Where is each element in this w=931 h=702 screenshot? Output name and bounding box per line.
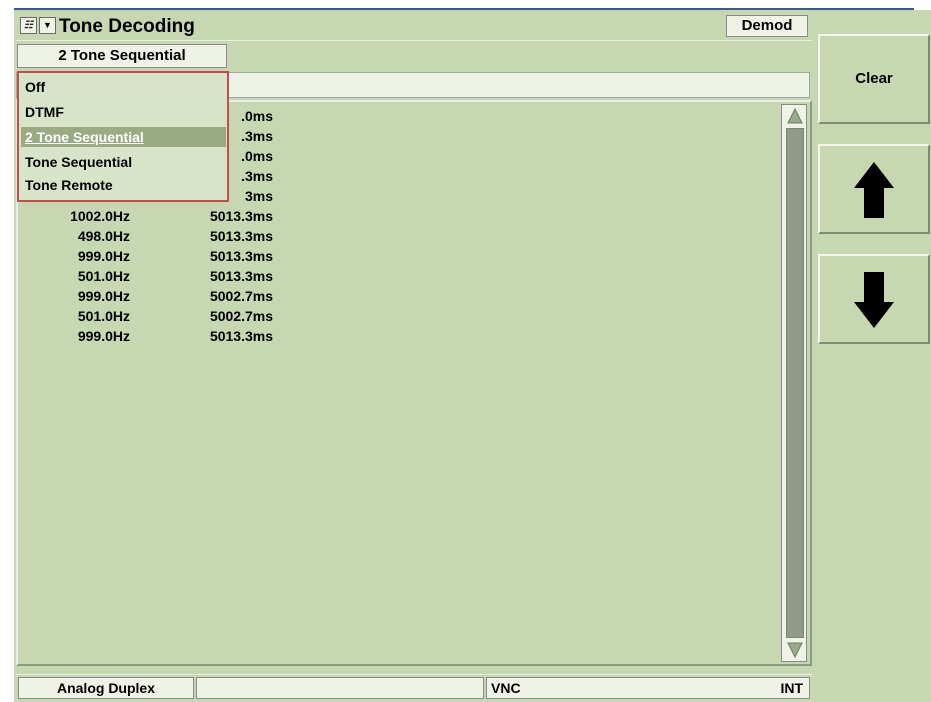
window-restore-icon[interactable]: ☷ — [20, 17, 37, 34]
dropdown-item-tone-remote[interactable]: Tone Remote — [21, 175, 226, 195]
scroll-down-button[interactable] — [818, 254, 930, 344]
duration-cell: 5013.3ms — [209, 328, 273, 344]
status-connection: VNC INT — [486, 677, 810, 699]
scroll-up-button[interactable] — [818, 144, 930, 234]
dropdown-item-tone-sequential[interactable]: Tone Sequential — [21, 152, 226, 172]
status-connection-label: VNC — [491, 680, 521, 696]
window-menu-icon[interactable]: ▼ — [39, 17, 56, 34]
status-mode: Analog Duplex — [18, 677, 194, 699]
dropdown-item-off[interactable]: Off — [21, 77, 226, 97]
decoding-mode-dropdown[interactable]: Off DTMF 2 Tone Sequential Tone Sequenti… — [17, 71, 229, 202]
scroll-up-icon[interactable] — [785, 106, 805, 126]
clear-button[interactable]: Clear — [818, 34, 930, 124]
page-title: Tone Decoding — [59, 16, 195, 37]
duration-cell: 5002.7ms — [209, 308, 273, 324]
duration-cell: 5002.7ms — [209, 288, 273, 304]
frequency-cell: 498.0Hz — [77, 228, 130, 244]
demod-button[interactable]: Demod — [726, 15, 808, 37]
frequency-cell: 1002.0Hz — [70, 208, 130, 224]
frequency-cell: 501.0Hz — [77, 268, 130, 284]
status-message — [196, 677, 484, 699]
clear-button-label: Clear — [855, 70, 893, 87]
dropdown-item-dtmf[interactable]: DTMF — [21, 102, 226, 122]
frequency-cell: 501.0Hz — [77, 308, 130, 324]
scroll-down-icon[interactable] — [785, 640, 805, 660]
dropdown-item-2-tone-sequential[interactable]: 2 Tone Sequential — [21, 127, 226, 147]
arrow-down-icon — [854, 272, 894, 328]
scrollbar-thumb[interactable] — [786, 128, 804, 638]
arrow-up-icon — [854, 162, 894, 218]
duration-cell: 5013.3ms — [209, 208, 273, 224]
duration-cell: 5013.3ms — [209, 228, 273, 244]
frequency-cell: 999.0Hz — [77, 288, 130, 304]
duration-cell: 5013.3ms — [209, 248, 273, 264]
status-ref-label: INT — [780, 680, 803, 696]
frequency-cell: 999.0Hz — [77, 248, 130, 264]
frequency-cell: 999.0Hz — [77, 328, 130, 344]
duration-cell: 5013.3ms — [209, 268, 273, 284]
decoding-mode-button[interactable]: 2 Tone Sequential — [17, 44, 227, 68]
